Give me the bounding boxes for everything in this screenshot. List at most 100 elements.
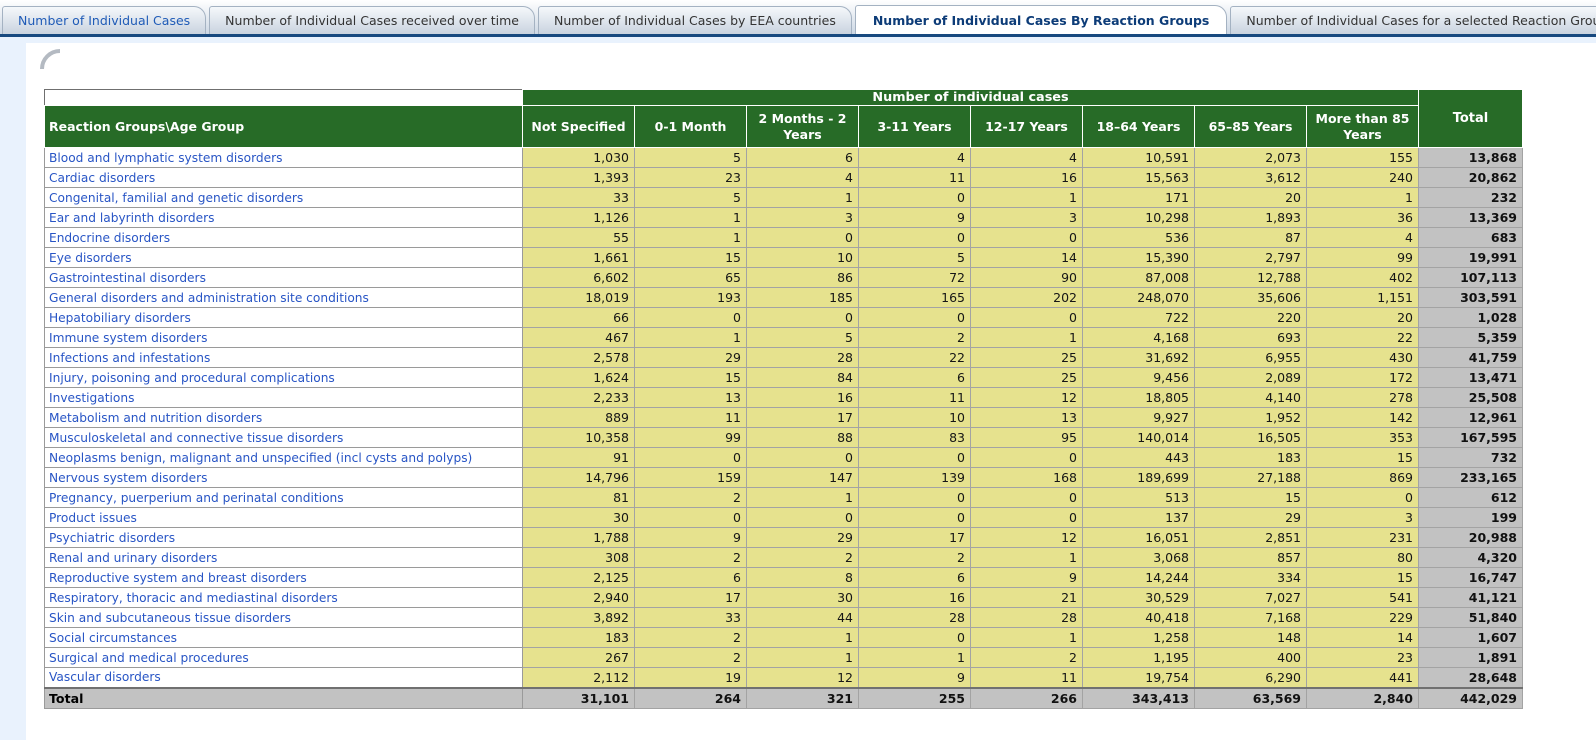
- cases-value-cell: 11: [971, 668, 1083, 688]
- cases-value-cell: 334: [1195, 568, 1307, 588]
- cases-value-cell: 19: [635, 668, 747, 688]
- cases-value-cell: 15: [1307, 448, 1419, 468]
- reaction-group-link[interactable]: Neoplasms benign, malignant and unspecif…: [45, 448, 523, 468]
- cases-value-cell: 3: [971, 208, 1083, 228]
- column-total-cell: 255: [859, 688, 971, 709]
- grand-total-cell: 442,029: [1419, 688, 1523, 709]
- cases-value-cell: 21: [971, 588, 1083, 608]
- reaction-group-link[interactable]: Reproductive system and breast disorders: [45, 568, 523, 588]
- cases-value-cell: 2,089: [1195, 368, 1307, 388]
- row-total-cell: 1,028: [1419, 308, 1523, 328]
- reaction-group-link[interactable]: General disorders and administration sit…: [45, 288, 523, 308]
- reaction-group-link[interactable]: Surgical and medical procedures: [45, 648, 523, 668]
- cases-value-cell: 22: [1307, 328, 1419, 348]
- age-group-header: 3-11 Years: [859, 106, 971, 148]
- row-total-cell: 20,988: [1419, 528, 1523, 548]
- cases-value-cell: 1: [971, 188, 1083, 208]
- cases-value-cell: 0: [747, 448, 859, 468]
- reaction-group-link[interactable]: Endocrine disorders: [45, 228, 523, 248]
- reaction-group-link[interactable]: Investigations: [45, 388, 523, 408]
- cases-value-cell: 15: [1307, 568, 1419, 588]
- cases-value-cell: 0: [971, 488, 1083, 508]
- reaction-group-link[interactable]: Respiratory, thoracic and mediastinal di…: [45, 588, 523, 608]
- cases-value-cell: 91: [523, 448, 635, 468]
- cases-value-cell: 248,070: [1083, 288, 1195, 308]
- reaction-group-link[interactable]: Social circumstances: [45, 628, 523, 648]
- cases-value-cell: 33: [635, 608, 747, 628]
- reaction-group-link[interactable]: Pregnancy, puerperium and perinatal cond…: [45, 488, 523, 508]
- cases-value-cell: 17: [747, 408, 859, 428]
- cases-value-cell: 1: [747, 188, 859, 208]
- tab-number-of-individual-cases-for-a-selected-reaction-group[interactable]: Number of Individual Cases for a selecte…: [1230, 6, 1596, 34]
- column-total-cell: 343,413: [1083, 688, 1195, 709]
- cases-value-cell: 12: [747, 668, 859, 688]
- cases-value-cell: 0: [747, 228, 859, 248]
- table-row: Blood and lymphatic system disorders1,03…: [45, 148, 1523, 168]
- group-header: Number of individual cases: [523, 90, 1419, 106]
- cases-value-cell: 1: [971, 328, 1083, 348]
- cases-value-cell: 402: [1307, 268, 1419, 288]
- cases-value-cell: 229: [1307, 608, 1419, 628]
- cases-value-cell: 2: [859, 328, 971, 348]
- cases-value-cell: 44: [747, 608, 859, 628]
- cases-value-cell: 0: [747, 308, 859, 328]
- reaction-group-link[interactable]: Skin and subcutaneous tissue disorders: [45, 608, 523, 628]
- tab-number-of-individual-cases[interactable]: Number of Individual Cases: [2, 6, 206, 34]
- reaction-group-link[interactable]: Vascular disorders: [45, 668, 523, 688]
- column-total-cell: 63,569: [1195, 688, 1307, 709]
- reaction-group-link[interactable]: Product issues: [45, 508, 523, 528]
- cases-value-cell: 231: [1307, 528, 1419, 548]
- row-total-cell: 25,508: [1419, 388, 1523, 408]
- cases-value-cell: 11: [635, 408, 747, 428]
- table-row: Gastrointestinal disorders6,602658672908…: [45, 268, 1523, 288]
- cases-value-cell: 1,893: [1195, 208, 1307, 228]
- reaction-group-link[interactable]: Cardiac disorders: [45, 168, 523, 188]
- cases-value-cell: 99: [635, 428, 747, 448]
- cases-value-cell: 10,298: [1083, 208, 1195, 228]
- cases-value-cell: 2: [635, 648, 747, 668]
- cases-value-cell: 99: [1307, 248, 1419, 268]
- cases-value-cell: 1,661: [523, 248, 635, 268]
- cases-value-cell: 1: [859, 648, 971, 668]
- cases-value-cell: 5: [859, 248, 971, 268]
- tab-number-of-individual-cases-received-over-time[interactable]: Number of Individual Cases received over…: [209, 6, 535, 34]
- reaction-group-link[interactable]: Renal and urinary disorders: [45, 548, 523, 568]
- age-group-header: Not Specified: [523, 106, 635, 148]
- reaction-group-link[interactable]: Musculoskeletal and connective tissue di…: [45, 428, 523, 448]
- cases-value-cell: 30,529: [1083, 588, 1195, 608]
- table-row: Investigations2,2331316111218,8054,14027…: [45, 388, 1523, 408]
- table-row: Neoplasms benign, malignant and unspecif…: [45, 448, 1523, 468]
- cases-value-cell: 3: [747, 208, 859, 228]
- cases-value-cell: 29: [1195, 508, 1307, 528]
- reaction-group-link[interactable]: Hepatobiliary disorders: [45, 308, 523, 328]
- column-header-row: Reaction Groups\Age Group Not Specified0…: [45, 106, 1523, 148]
- reaction-group-link[interactable]: Blood and lymphatic system disorders: [45, 148, 523, 168]
- reaction-group-link[interactable]: Congenital, familial and genetic disorde…: [45, 188, 523, 208]
- cases-value-cell: 0: [635, 508, 747, 528]
- cases-value-cell: 10: [859, 408, 971, 428]
- tab-number-of-individual-cases-by-eea-countries[interactable]: Number of Individual Cases by EEA countr…: [538, 6, 852, 34]
- reaction-group-link[interactable]: Psychiatric disorders: [45, 528, 523, 548]
- cases-value-cell: 8: [747, 568, 859, 588]
- reaction-group-link[interactable]: Infections and infestations: [45, 348, 523, 368]
- cases-value-cell: 5: [635, 188, 747, 208]
- grand-total-row: Total31,101264321255266343,41363,5692,84…: [45, 688, 1523, 709]
- table-row: Cardiac disorders1,393234111615,5633,612…: [45, 168, 1523, 188]
- reaction-group-link[interactable]: Eye disorders: [45, 248, 523, 268]
- cases-value-cell: 0: [971, 508, 1083, 528]
- column-total-cell: 264: [635, 688, 747, 709]
- reaction-group-link[interactable]: Ear and labyrinth disorders: [45, 208, 523, 228]
- reaction-group-link[interactable]: Injury, poisoning and procedural complic…: [45, 368, 523, 388]
- cases-value-cell: 1,195: [1083, 648, 1195, 668]
- cases-value-cell: 84: [747, 368, 859, 388]
- reaction-group-link[interactable]: Gastrointestinal disorders: [45, 268, 523, 288]
- cases-value-cell: 10: [747, 248, 859, 268]
- tab-number-of-individual-cases-by-reaction-groups[interactable]: Number of Individual Cases By Reaction G…: [855, 5, 1228, 34]
- cases-value-cell: 15,563: [1083, 168, 1195, 188]
- reaction-group-link[interactable]: Immune system disorders: [45, 328, 523, 348]
- reaction-group-link[interactable]: Nervous system disorders: [45, 468, 523, 488]
- cases-value-cell: 13: [635, 388, 747, 408]
- cases-value-cell: 6: [635, 568, 747, 588]
- cases-value-cell: 400: [1195, 648, 1307, 668]
- reaction-group-link[interactable]: Metabolism and nutrition disorders: [45, 408, 523, 428]
